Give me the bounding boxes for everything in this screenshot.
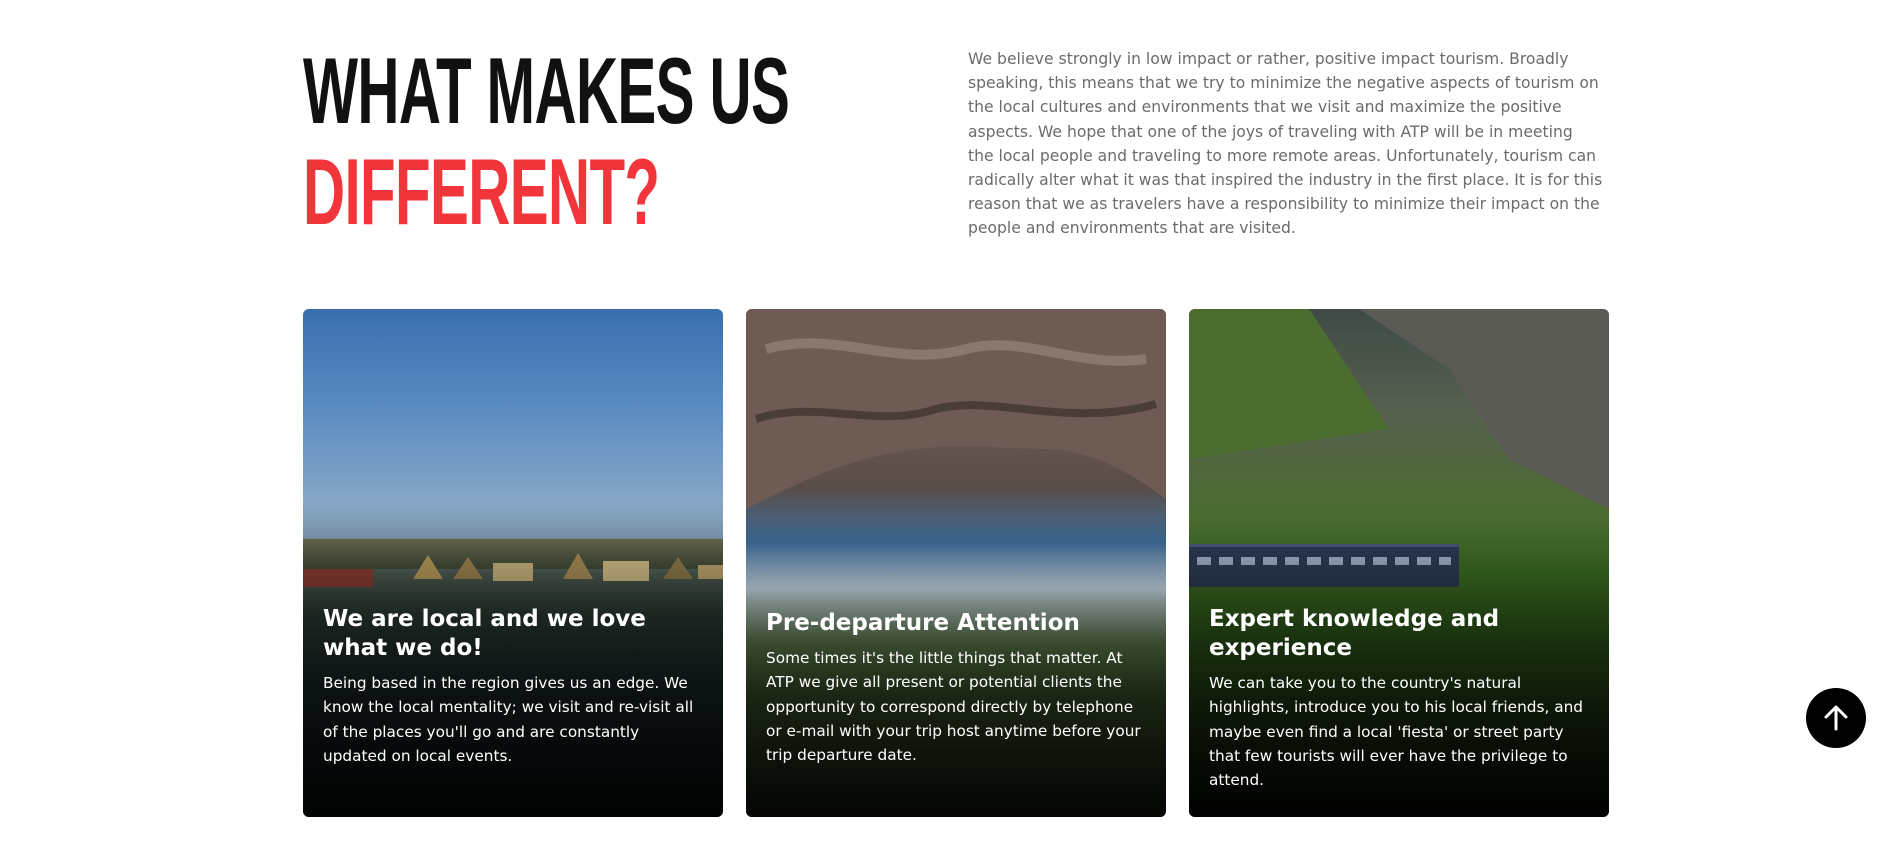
card-text: Expert knowledge and experience We can t… (1209, 605, 1589, 792)
page: WHAT MAKES US DIFFERENT? We believe stro… (0, 0, 1898, 860)
rock-arch-image (746, 309, 1166, 509)
mountain-image (1189, 309, 1609, 509)
intro-paragraph: We believe strongly in low impact or rat… (968, 50, 1603, 238)
card-body: We can take you to the country's natural… (1209, 674, 1583, 790)
heading-line-1: WHAT MAKES US (303, 38, 790, 143)
scroll-to-top-button[interactable] (1806, 688, 1866, 748)
card-text: Pre-departure Attention Some times it's … (766, 609, 1146, 767)
feature-cards: We are local and we love what we do! Bei… (303, 309, 1609, 817)
card-title: Pre-departure Attention (766, 610, 1080, 636)
feature-card-local[interactable]: We are local and we love what we do! Bei… (303, 309, 723, 817)
feature-card-pre-departure[interactable]: Pre-departure Attention Some times it's … (746, 309, 1166, 817)
card-body: Being based in the region gives us an ed… (323, 674, 694, 765)
card-body: Some times it's the little things that m… (766, 649, 1141, 765)
section-heading: WHAT MAKES US DIFFERENT? (303, 38, 790, 244)
feature-card-expert[interactable]: Expert knowledge and experience We can t… (1189, 309, 1609, 817)
arrow-up-icon (1824, 705, 1848, 731)
card-text: We are local and we love what we do! Bei… (323, 605, 703, 768)
card-title: We are local and we love what we do! (323, 606, 646, 661)
heading-line-2: DIFFERENT? (303, 139, 660, 244)
card-title: Expert knowledge and experience (1209, 606, 1500, 661)
